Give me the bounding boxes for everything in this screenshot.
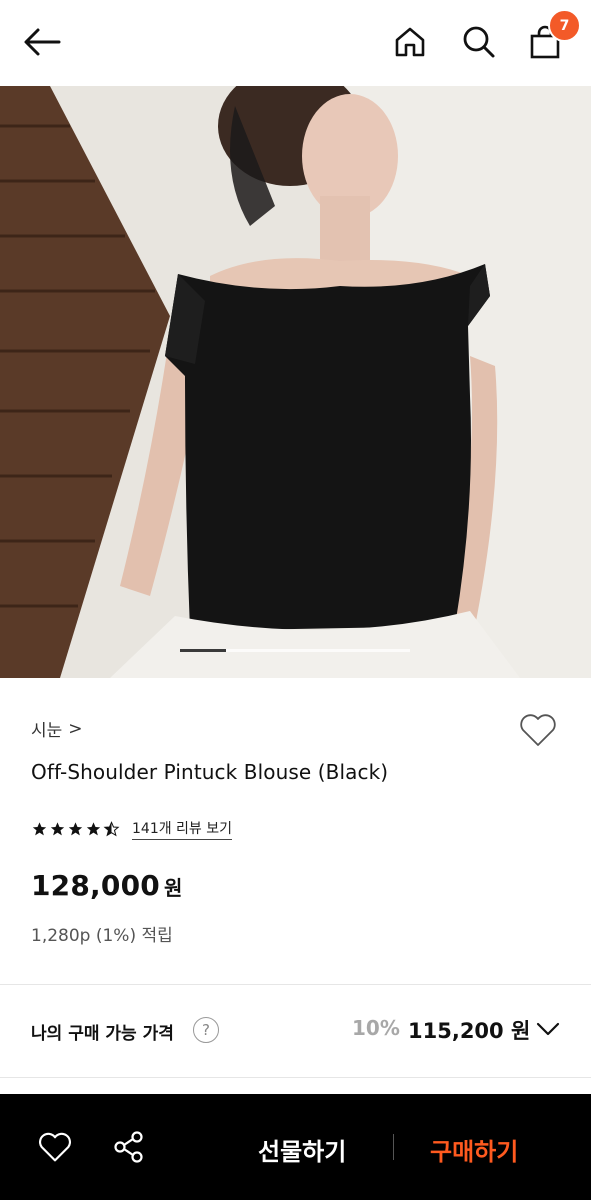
- product-image-carousel[interactable]: [0, 86, 591, 678]
- arrow-left-icon: [24, 28, 61, 56]
- bottom-action-bar: 선물하기 구매하기: [0, 1094, 591, 1200]
- home-icon: [395, 27, 425, 57]
- help-icon[interactable]: ?: [193, 1017, 219, 1043]
- price-unit: 원: [163, 876, 183, 900]
- review-link[interactable]: 141개 리뷰 보기: [132, 818, 233, 840]
- my-price-value: 115,200 원: [408, 1019, 531, 1043]
- back-button[interactable]: [20, 20, 64, 64]
- heart-icon: [39, 1132, 71, 1162]
- wishlist-button-bottom[interactable]: [34, 1126, 76, 1168]
- carousel-indicator: [180, 649, 410, 652]
- star-icon: [86, 822, 101, 836]
- reward-points: 1,280p (1%) 적립: [31, 926, 173, 946]
- search-button[interactable]: [457, 20, 501, 64]
- top-header: 7: [0, 0, 591, 86]
- brand-link[interactable]: 시눈 >: [31, 716, 83, 742]
- wishlist-button[interactable]: [516, 708, 560, 752]
- star-rating: [31, 821, 120, 837]
- product-title: Off-Shoulder Pintuck Blouse (Black): [31, 760, 389, 784]
- cart-count-badge: 7: [548, 9, 581, 42]
- my-price-row[interactable]: 나의 구매 가능 가격 ? 10% 115,200 원: [0, 985, 591, 1077]
- chevron-down-icon[interactable]: [535, 1019, 561, 1039]
- price-row: 128,000 원: [31, 869, 182, 902]
- search-icon: [463, 26, 495, 58]
- heart-icon: [520, 714, 556, 746]
- product-photo: [0, 86, 591, 678]
- star-icon: [68, 822, 83, 836]
- price-value: 128,000: [31, 869, 160, 902]
- rating-row: 141개 리뷰 보기: [31, 818, 233, 840]
- my-price-label: 나의 구매 가능 가격: [31, 1024, 174, 1044]
- discount-rate: 10%: [352, 1016, 400, 1040]
- share-icon: [114, 1131, 143, 1163]
- buy-button[interactable]: 구매하기: [430, 1132, 518, 1167]
- share-button[interactable]: [108, 1126, 150, 1168]
- star-icon: [50, 822, 65, 836]
- carousel-indicator-active: [180, 649, 226, 652]
- divider: [393, 1134, 394, 1160]
- gift-button[interactable]: 선물하기: [258, 1132, 346, 1167]
- divider: [0, 1077, 591, 1078]
- brand-name: 시눈: [31, 721, 63, 741]
- home-button[interactable]: [388, 20, 432, 64]
- star-icon: [32, 822, 47, 836]
- chevron-right-icon: >: [68, 718, 83, 739]
- half-star-icon: [103, 821, 120, 837]
